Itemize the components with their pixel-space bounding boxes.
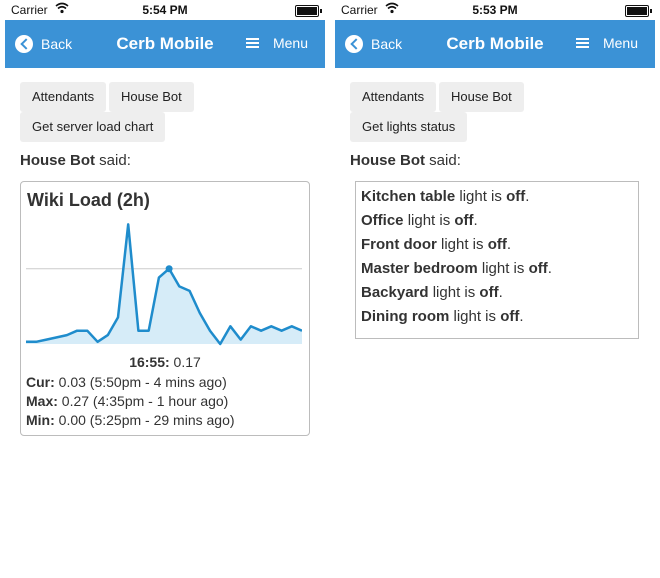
bot-name: House Bot [350, 152, 425, 169]
navbar: Back Cerb Mobile Menu [335, 20, 655, 68]
stat-min-value: 0.00 (5:25pm - 29 mins ago) [58, 412, 235, 428]
chart-title: Wiki Load (2h) [27, 190, 150, 210]
light-status-line: Backyard light is off. [361, 284, 503, 301]
stat-max-label: Max: [26, 393, 58, 409]
stat-min-label: Min: [26, 412, 55, 428]
stat-max: Max: 0.27 (4:35pm - 1 hour ago) [26, 393, 228, 409]
load-chart [26, 223, 302, 346]
light-status-line: Office light is off. [361, 212, 478, 229]
navbar: Back Cerb Mobile Menu [5, 20, 325, 68]
menu-button[interactable]: Menu [245, 35, 308, 51]
attendants-button[interactable]: Attendants [350, 82, 437, 112]
chart-area-fill [26, 224, 302, 344]
stat-max-value: 0.27 (4:35pm - 1 hour ago) [61, 393, 229, 409]
stat-min: Min: 0.00 (5:25pm - 29 mins ago) [26, 412, 235, 428]
status-bar: Carrier 5:53 PM [335, 0, 655, 20]
status-time: 5:53 PM [472, 3, 518, 17]
stat-current-value: 0.03 (5:50pm - 4 mins ago) [58, 374, 227, 390]
status-bar: Carrier 5:54 PM [5, 0, 325, 20]
house-bot-button[interactable]: House Bot [109, 82, 194, 112]
chart-highlight-point[interactable] [165, 265, 173, 273]
light-status-line: Master bedroom light is off. [361, 260, 552, 277]
hamburger-icon [245, 36, 259, 50]
stat-current-label: Cur: [26, 374, 55, 390]
light-status-line: Front door light is off. [361, 236, 512, 253]
bot-said-label: House Bot said: [350, 152, 461, 169]
get-server-load-chart-button[interactable]: Get server load chart [20, 112, 166, 142]
readout-value: 0.17 [173, 354, 201, 370]
stat-current: Cur: 0.03 (5:50pm - 4 mins ago) [26, 374, 227, 390]
menu-button[interactable]: Menu [575, 35, 638, 51]
readout-time: 16:55: [129, 354, 170, 370]
said-text: said: [99, 152, 131, 169]
lights-status-card: Kitchen table light is off. Office light… [355, 181, 639, 339]
light-status-line: Dining room light is off. [361, 308, 524, 325]
chart-readout: 16:55: 0.17 [21, 354, 309, 370]
menu-label: Menu [602, 35, 638, 51]
hamburger-icon [575, 36, 589, 50]
menu-label: Menu [272, 35, 308, 51]
load-chart-card: Wiki Load (2h) 16:55: 0.17 Cur: 0.03 (5:… [20, 181, 310, 436]
said-text: said: [429, 152, 461, 169]
get-lights-status-button[interactable]: Get lights status [350, 112, 468, 142]
left-phone-screen: Carrier 5:54 PM Back Cerb Mobile Menu At… [5, 0, 325, 578]
bot-name: House Bot [20, 152, 95, 169]
bot-said-label: House Bot said: [20, 152, 131, 169]
attendants-button[interactable]: Attendants [20, 82, 107, 112]
battery-icon [625, 5, 652, 17]
battery-icon [295, 5, 322, 17]
status-time: 5:54 PM [142, 3, 188, 17]
light-status-line: Kitchen table light is off. [361, 188, 530, 205]
house-bot-button[interactable]: House Bot [439, 82, 524, 112]
right-phone-screen: Carrier 5:53 PM Back Cerb Mobile Menu At… [335, 0, 655, 578]
